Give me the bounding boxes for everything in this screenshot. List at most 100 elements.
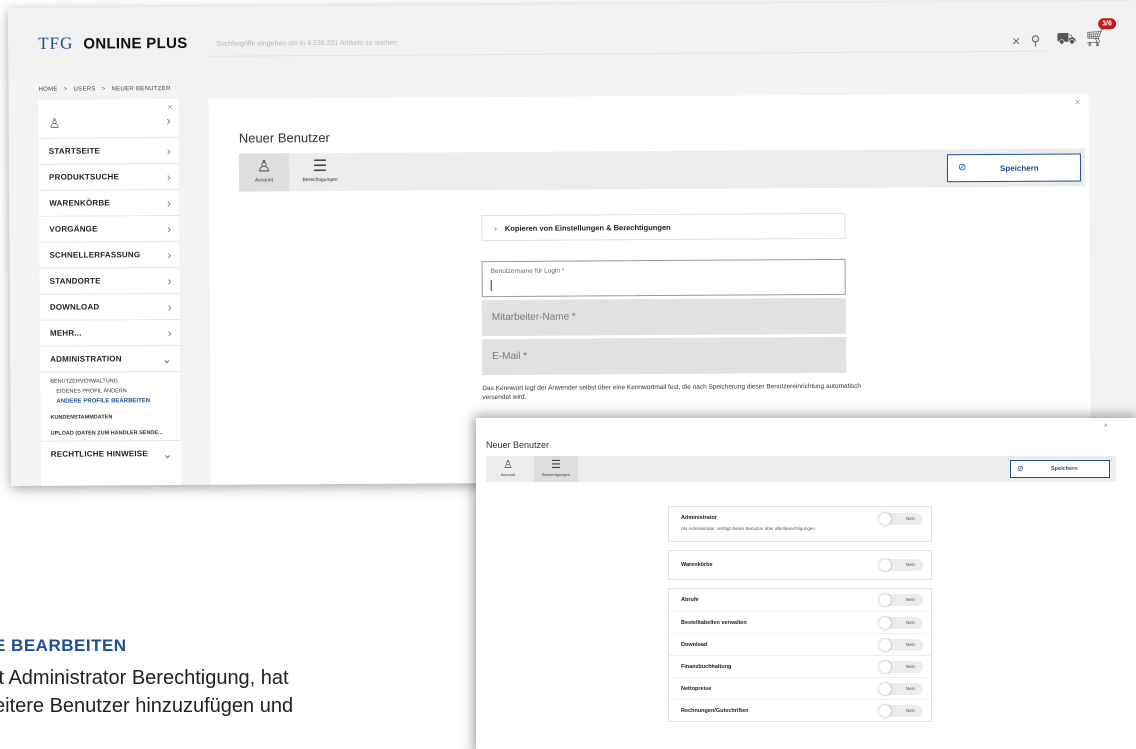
tab-label: Berechtigungen — [302, 176, 338, 184]
logo[interactable]: TFG ONLINE PLUS — [38, 33, 187, 54]
sidebar-item-mehr[interactable]: MEHR... › — [39, 318, 181, 346]
permissions-list: Administrator Als Administrator, verfügt… — [668, 506, 932, 730]
email-field[interactable]: E-Mail * — [482, 336, 847, 376]
text-cursor — [490, 280, 492, 292]
checklist-icon: ☰ — [312, 158, 328, 176]
permission-label: Nettopreise — [681, 686, 712, 692]
page-title: Neuer Benutzer — [238, 130, 330, 146]
toggle-knob — [879, 617, 891, 629]
user-icon: ♙ — [256, 158, 272, 176]
sidebar-item-label: RECHTLICHE HINWEISE — [50, 449, 148, 459]
permission-row-rechnungen: Rechnungen/Gutschriften Nein — [669, 699, 931, 721]
permission-toggle[interactable]: Nein — [879, 594, 923, 606]
toggle-knob — [879, 705, 891, 717]
permission-toggle[interactable]: Nein — [879, 513, 923, 525]
top-bar: TFG ONLINE PLUS Suchbegriffe eingeben um… — [8, 1, 1136, 78]
tab-berechtigungen[interactable]: ☰ Berechtigungen — [534, 456, 578, 482]
sidebar-item-produktsuche[interactable]: PRODUKTSUCHE › — [38, 162, 180, 190]
toggle-value: Nein — [905, 642, 915, 647]
clear-icon[interactable]: × — [1012, 33, 1020, 49]
sidebar-item-schnellerfassung[interactable]: SCHNELLERFASSUNG › — [39, 240, 180, 268]
sidebar-menu: STARTSEITE › PRODUKTSUCHE › WARENKÖRBE › VO… — [38, 136, 181, 467]
permission-toggle[interactable]: Nein — [879, 559, 923, 571]
copy-settings-toggle[interactable]: › Kopieren von Einstellungen & Berechtigu… — [481, 212, 846, 242]
permission-toggle[interactable]: Nein — [879, 661, 923, 673]
permission-toggle[interactable]: Nein — [879, 705, 923, 717]
submenu-item-andere-profile[interactable]: ANDERE PROFILE BEARBEITEN — [50, 396, 170, 407]
tab-account[interactable]: ♙ Account — [238, 153, 290, 192]
cart-icon[interactable]: 🛒︎ — [1084, 27, 1107, 48]
user-icon: ♙ — [503, 459, 513, 471]
chevron-right-icon: › — [494, 224, 497, 234]
truck-icon[interactable]: ⛟ — [1056, 29, 1076, 49]
sidebar-item-label: STANDORTE — [49, 276, 101, 286]
search-bar[interactable]: Suchbegriffe eingeben um in 4.538.231 Ar… — [208, 29, 1049, 57]
toggle-value: Nein — [905, 562, 915, 567]
permission-group-warenkoerbe: Warenkörbe Nein — [668, 550, 932, 580]
submenu-item-kundenstammdaten[interactable]: KUNDENSTAMMDATEN — [50, 412, 170, 423]
cart-badge: 3/6 — [1098, 18, 1116, 30]
chevron-right-icon: › — [167, 299, 172, 314]
tab-label: Berechtigungen — [541, 472, 571, 477]
chevron-right-icon[interactable]: › — [166, 113, 170, 128]
sidebar-item-warenkoerbe[interactable]: WARENKÖRBE › — [39, 188, 180, 216]
permission-toggle[interactable]: Nein — [879, 683, 923, 695]
sidebar-item-vorgaenge[interactable]: VORGÄNGE › — [39, 214, 180, 242]
sidebar-item-startseite[interactable]: STARTSEITE › — [38, 136, 179, 164]
toggle-value: Nein — [905, 516, 915, 521]
permission-group-general: Abrufe Nein Bestelltabellen verwalten Ne… — [668, 588, 932, 722]
checklist-icon: ☰ — [551, 459, 561, 471]
permission-toggle[interactable]: Nein — [879, 617, 923, 629]
user-icon[interactable]: ♙ — [49, 116, 61, 132]
sidebar: × ♙ › STARTSEITE › PRODUKTSUCHE › WARENKÖR… — [38, 98, 181, 486]
permission-label: Download — [681, 642, 708, 648]
toggle-knob — [879, 559, 891, 571]
sidebar-item-administration[interactable]: ADMINISTRATION ⌄ — [40, 344, 181, 372]
permission-label: Finanzbuchhaltung — [681, 664, 732, 670]
toggle-knob — [879, 639, 891, 651]
close-icon[interactable]: × — [1075, 97, 1081, 108]
breadcrumb-users[interactable]: USERS — [73, 86, 95, 92]
tab-account[interactable]: ♙ Account — [486, 456, 530, 482]
toggle-value: Nein — [905, 686, 915, 691]
sidebar-item-label: DOWNLOAD — [49, 302, 100, 312]
close-icon[interactable]: × — [1103, 421, 1108, 430]
breadcrumb-separator: > — [63, 86, 68, 93]
chevron-right-icon: › — [167, 273, 172, 288]
toggle-value: Nein — [905, 664, 915, 669]
tab-bar: ♙ Account ☰ Berechtigungen ⊘ Speichern — [486, 456, 1116, 482]
save-button[interactable]: ⊘ Speichern — [1010, 460, 1110, 478]
permission-row-abrufe: Abrufe Nein — [669, 589, 931, 611]
toggle-value: Nein — [905, 708, 915, 713]
tab-label: Account — [500, 472, 516, 477]
sidebar-item-label: PRODUKTSUCHE — [49, 172, 120, 182]
breadcrumb-home[interactable]: HOME — [38, 87, 57, 93]
permission-row-finanzbuchhaltung: Finanzbuchhaltung Nein — [669, 655, 931, 677]
chevron-right-icon: › — [167, 247, 172, 262]
search-input[interactable]: Suchbegriffe eingeben um in 4.538.231 Ar… — [216, 40, 397, 48]
sidebar-item-label: STARTSEITE — [48, 146, 101, 156]
sidebar-item-download[interactable]: DOWNLOAD › — [39, 292, 180, 320]
brand-name: ONLINE PLUS — [83, 34, 188, 53]
check-circle-icon: ⊘ — [957, 162, 967, 174]
employee-name-field[interactable]: Mitarbeiter-Name * — [481, 297, 847, 337]
main-window: TFG ONLINE PLUS Suchbegriffe eingeben um… — [8, 1, 1136, 486]
breadcrumb-current: NEUER BENUTZER — [111, 86, 171, 93]
username-field[interactable]: Benutzername für Login * — [481, 258, 846, 298]
sidebar-item-label: VORGÄNGE — [49, 224, 98, 234]
permission-label: Bestelltabellen verwalten — [681, 620, 747, 626]
tab-berechtigungen[interactable]: ☰ Berechtigungen — [295, 153, 345, 191]
submenu-item-upload[interactable]: UPLOAD (DATEN ZUM HÄNDLER SENDE... — [51, 428, 171, 439]
permission-toggle[interactable]: Nein — [879, 639, 923, 651]
save-label: Speichern — [999, 163, 1039, 173]
section-heading: E BEARBEITEN — [0, 636, 127, 655]
sidebar-close-icon[interactable]: × — [167, 102, 172, 112]
sidebar-item-standorte[interactable]: STANDORTE › — [39, 266, 180, 294]
search-icon[interactable]: ⚲ — [1031, 33, 1041, 49]
save-label: Speichern — [1051, 466, 1078, 472]
sidebar-item-rechtliche-hinweise[interactable]: RECHTLICHE HINWEISE ⌄ — [40, 439, 181, 467]
chevron-right-icon: › — [166, 143, 171, 158]
permission-group-admin: Administrator Als Administrator, verfügt… — [668, 506, 932, 542]
save-button[interactable]: ⊘ Speichern — [946, 153, 1082, 183]
check-circle-icon: ⊘ — [1017, 464, 1024, 473]
